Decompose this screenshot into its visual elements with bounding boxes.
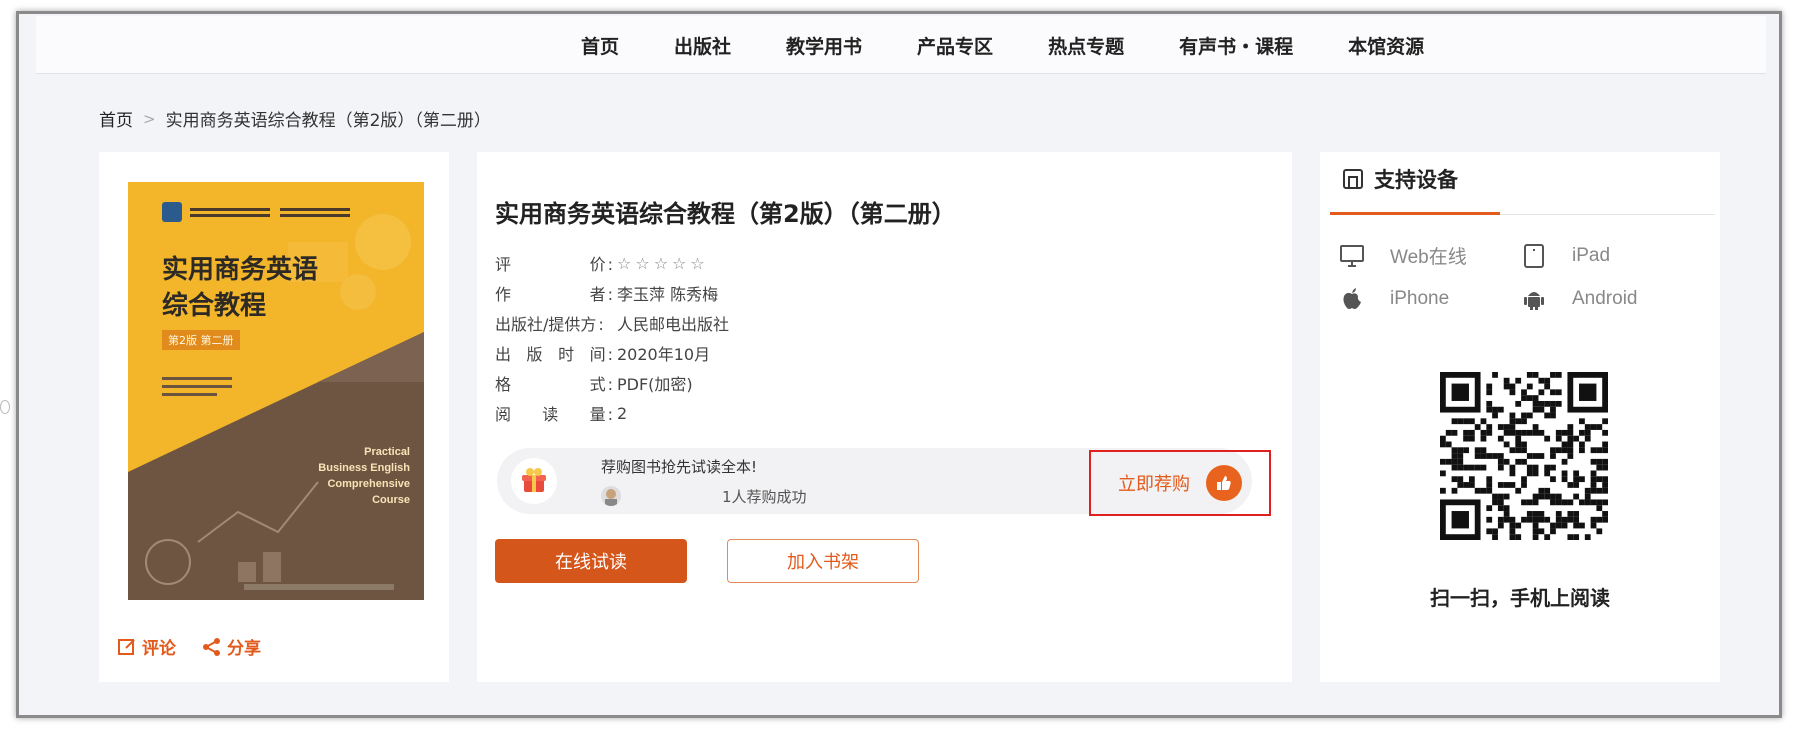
device-android-label: Android [1572, 288, 1638, 309]
qr-caption: 扫一扫，手机上阅读 [1430, 586, 1610, 610]
device-ipad-label: iPad [1572, 244, 1611, 266]
cover-authors [162, 372, 232, 401]
promo-text: 荐购图书抢先试读全本! [601, 458, 758, 476]
nav-item[interactable]: 有声书・课程 [1179, 32, 1293, 59]
meta-row: 出版社/提供方: 人民邮电出版社 [495, 308, 729, 338]
recommend-buy-button[interactable]: 立即荐购 [1089, 450, 1271, 516]
book-cover-image[interactable]: 实用商务英语 综合教程 第2版 第二册 Practical Business E… [128, 182, 424, 600]
top-nav: 首页 出版社 教学用书 产品专区 热点专题 有声书・课程 本馆资源 [36, 16, 1766, 74]
device-iphone: iPhone [1338, 287, 1520, 311]
apple-icon [1338, 287, 1366, 311]
nav-item[interactable]: 热点专题 [1048, 32, 1124, 59]
book-meta: 评价: ☆☆☆☆☆ 作者: 李玉萍 陈秀梅 出版社/提供方: 人民邮电出版社出版时间:20… [495, 248, 729, 428]
breadcrumb-home[interactable]: 首页 [99, 106, 133, 131]
meta-value: PDF(加密) [617, 375, 693, 394]
cover-actions: 评论 分享 [117, 634, 287, 659]
meta-label: 评价: [495, 255, 613, 274]
nav-item[interactable]: 出版社 [674, 32, 731, 59]
thumbs-up-icon [1206, 465, 1242, 501]
recommend-buy-label: 立即荐购 [1118, 474, 1190, 495]
publisher-logo-icon [162, 202, 182, 222]
share-label: 分享 [227, 639, 261, 659]
android-icon [1520, 287, 1548, 311]
breadcrumb-separator-icon: > [143, 109, 156, 128]
devices-title: 支持设备 [1374, 168, 1458, 192]
recommend-purchase-banner: 荐购图书抢先试读全本! 1人荐购成功 立即荐购 [497, 448, 1271, 516]
cover-panel: 实用商务英语 综合教程 第2版 第二册 Practical Business E… [99, 152, 449, 682]
rating-stars-icon: ☆☆☆☆☆ [617, 253, 709, 273]
meta-label: 阅读量: [495, 405, 613, 424]
meta-row: 格式: PDF(加密) [495, 368, 729, 398]
meta-row: 作者: 李玉萍 陈秀梅 [495, 278, 729, 308]
page-edge-marker [0, 400, 10, 414]
comment-button[interactable]: 评论 [117, 634, 176, 659]
buyer-avatar [601, 486, 621, 506]
meta-label: 出版时间: [495, 345, 613, 364]
nav-item[interactable]: 本馆资源 [1348, 32, 1424, 59]
book-info-panel: 实用商务英语综合教程（第2版）（第二册） 评价: ☆☆☆☆☆ 作者: 李玉萍 陈秀梅出… [477, 152, 1292, 682]
meta-value: 2020年10月 [617, 345, 711, 364]
nav-item[interactable]: 教学用书 [786, 32, 862, 59]
supported-devices-panel: 支持设备 Web在线 iPad iPhone Android 扫一扫，手机上阅读 [1320, 152, 1720, 682]
meta-row: 评价: ☆☆☆☆☆ [495, 248, 729, 278]
meta-value: 人民邮电出版社 [617, 315, 730, 334]
cover-edition: 第2版 第二册 [162, 330, 240, 350]
qr-code[interactable] [1440, 372, 1608, 540]
cover-badge [162, 202, 350, 222]
share-icon [203, 637, 220, 656]
read-online-button[interactable]: 在线试读 [495, 539, 687, 583]
devices-header: 支持设备 [1342, 164, 1458, 194]
meta-value: 2 [617, 403, 628, 423]
meta-row: 阅读量:2 [495, 398, 729, 428]
recommend-count: 1人荐购成功 [722, 488, 807, 506]
device-web-label: Web在线 [1390, 247, 1467, 268]
header-accent-underline [1330, 212, 1500, 215]
book-title: 实用商务英语综合教程（第2版）（第二册） [495, 200, 956, 228]
meta-value: 李玉萍 陈秀梅 [617, 285, 719, 304]
breadcrumb-current: 实用商务英语综合教程（第2版）（第二册） [165, 111, 491, 131]
monitor-icon [1338, 244, 1366, 268]
meta-row: 出版时间:2020年10月 [495, 338, 729, 368]
gift-icon [511, 458, 557, 504]
device-ipad: iPad [1520, 242, 1690, 269]
comment-label: 评论 [142, 639, 176, 659]
meta-label: 作者: [495, 285, 613, 304]
share-button[interactable]: 分享 [202, 634, 261, 659]
edit-icon [118, 638, 135, 655]
device-web: Web在线 [1338, 242, 1520, 269]
nav-item[interactable]: 产品专区 [917, 32, 993, 59]
meta-label: 出版社/提供方: [495, 315, 604, 334]
device-android: Android [1520, 287, 1690, 311]
tablet-icon [1520, 243, 1548, 269]
nav-item[interactable]: 首页 [581, 32, 619, 59]
device-iphone-label: iPhone [1390, 288, 1450, 309]
nav-items: 首页 出版社 教学用书 产品专区 热点专题 有声书・课程 本馆资源 [581, 16, 1479, 74]
add-to-shelf-button[interactable]: 加入书架 [727, 539, 919, 583]
breadcrumb: 首页 > 实用商务英语综合教程（第2版）（第二册） [99, 106, 491, 132]
cover-publisher-strip [244, 584, 394, 590]
cover-english-title: Practical Business English Comprehensive… [318, 446, 410, 506]
page-viewport: 首页 出版社 教学用书 产品专区 热点专题 有声书・课程 本馆资源 首页 > 实用商务英语综… [19, 14, 1779, 715]
device-list: Web在线 iPad iPhone Android [1338, 242, 1690, 311]
device-icon [1343, 169, 1363, 189]
cover-title: 实用商务英语 综合教程 [162, 255, 319, 321]
meta-label: 格式: [495, 375, 613, 394]
